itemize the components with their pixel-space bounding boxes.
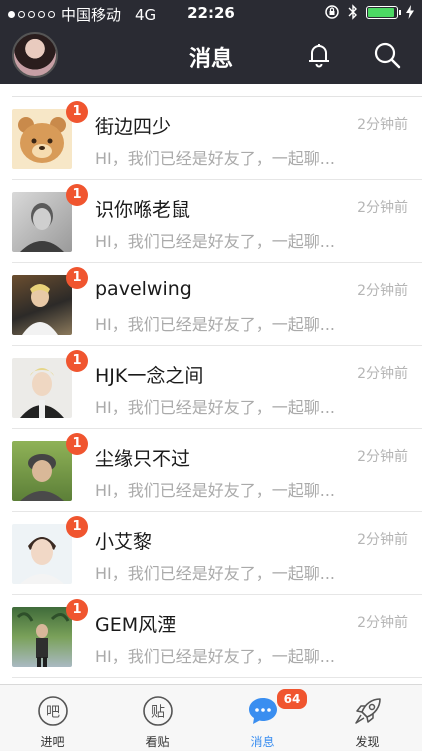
unread-badge: 1 [66, 433, 88, 455]
tab-label: 消息 [250, 735, 275, 749]
message-row[interactable]: 1 GEM风湮 2分钟前 HI，我们已经是好友了，一起聊... [0, 595, 422, 678]
tab-bar: 吧 进吧 贴 看贴 64 消息 发现 [0, 684, 422, 750]
contact-name: 小艾黎 [95, 531, 153, 553]
tab-forums[interactable]: 吧 进吧 [0, 685, 105, 751]
unread-badge: 1 [66, 516, 88, 538]
tab-label: 看贴 [145, 735, 170, 749]
contact-name: 尘缘只不过 [95, 448, 191, 470]
nav-bar: 消息 [0, 26, 422, 84]
page-title: 消息 [188, 47, 233, 72]
unread-badge: 1 [66, 599, 88, 621]
divider [12, 677, 422, 678]
message-time: 2分钟前 [357, 366, 408, 382]
contact-avatar [12, 441, 72, 501]
rocket-icon [355, 698, 381, 724]
message-time: 2分钟前 [357, 449, 408, 465]
forum-tab-icon: 吧 [38, 696, 68, 726]
message-row[interactable]: 1 识你喺老鼠 2分钟前 HI，我们已经是好友了，一起聊... [0, 180, 422, 263]
status-right [324, 4, 414, 20]
message-preview: HI，我们已经是好友了，一起聊... [95, 315, 336, 334]
message-time: 2分钟前 [357, 200, 408, 216]
message-row[interactable]: 1 小艾黎 2分钟前 HI，我们已经是好友了，一起聊... [0, 512, 422, 595]
message-preview: HI，我们已经是好友了，一起聊... [95, 647, 336, 666]
contact-name: GEM风湮 [95, 614, 177, 636]
posts-tab-icon-text: 贴 [151, 705, 165, 721]
message-time: 2分钟前 [357, 532, 408, 548]
message-preview: HI，我们已经是好友了，一起聊... [95, 398, 336, 417]
contact-avatar [12, 524, 72, 584]
message-time: 2分钟前 [357, 283, 408, 299]
status-bar: 中国移动 4G 22:26 [0, 0, 422, 26]
unread-badge: 1 [66, 101, 88, 123]
message-preview: HI，我们已经是好友了，一起聊... [95, 149, 336, 168]
bell-icon[interactable] [304, 40, 334, 70]
posts-tab-icon: 贴 [143, 696, 173, 726]
tab-discover[interactable]: 发现 [315, 685, 420, 751]
contact-name: pavelwing [95, 278, 192, 300]
orientation-lock-icon [325, 5, 339, 19]
message-count-badge: 64 [275, 687, 309, 711]
message-time: 2分钟前 [357, 117, 408, 133]
message-list[interactable]: 1 街边四少 2分钟前 HI，我们已经是好友了，一起聊... 1 识你喺老鼠 2… [0, 84, 422, 684]
contact-name: 识你喺老鼠 [95, 199, 191, 221]
contact-avatar [12, 109, 72, 169]
contact-avatar [12, 607, 72, 667]
message-row[interactable]: 1 尘缘只不过 2分钟前 HI，我们已经是好友了，一起聊... [0, 429, 422, 512]
tab-label: 进吧 [40, 735, 65, 749]
message-row[interactable]: 1 pavelwing 2分钟前 HI，我们已经是好友了，一起聊... [0, 263, 422, 346]
forum-tab-icon-text: 吧 [46, 705, 60, 721]
message-preview: HI，我们已经是好友了，一起聊... [95, 232, 336, 251]
contact-name: 街边四少 [95, 116, 172, 138]
bluetooth-icon [348, 4, 357, 20]
tab-label: 发现 [355, 735, 380, 749]
unread-badge: 1 [66, 267, 88, 289]
charging-icon [406, 5, 414, 19]
contact-avatar [12, 275, 72, 335]
message-row[interactable]: 1 街边四少 2分钟前 HI，我们已经是好友了，一起聊... [0, 97, 422, 180]
unread-badge: 1 [66, 350, 88, 372]
search-icon[interactable] [372, 40, 402, 70]
message-row[interactable]: 1 HJK一念之间 2分钟前 HI，我们已经是好友了，一起聊... [0, 346, 422, 429]
tab-messages[interactable]: 64 消息 [210, 685, 315, 751]
contact-avatar [12, 358, 72, 418]
contact-name: HJK一念之间 [95, 365, 204, 387]
message-preview: HI，我们已经是好友了，一起聊... [95, 564, 336, 583]
tab-posts[interactable]: 贴 看贴 [105, 685, 210, 751]
message-time: 2分钟前 [357, 615, 408, 631]
message-preview: HI，我们已经是好友了，一起聊... [95, 481, 336, 500]
battery-icon [366, 5, 401, 19]
unread-badge: 1 [66, 184, 88, 206]
contact-avatar [12, 192, 72, 252]
